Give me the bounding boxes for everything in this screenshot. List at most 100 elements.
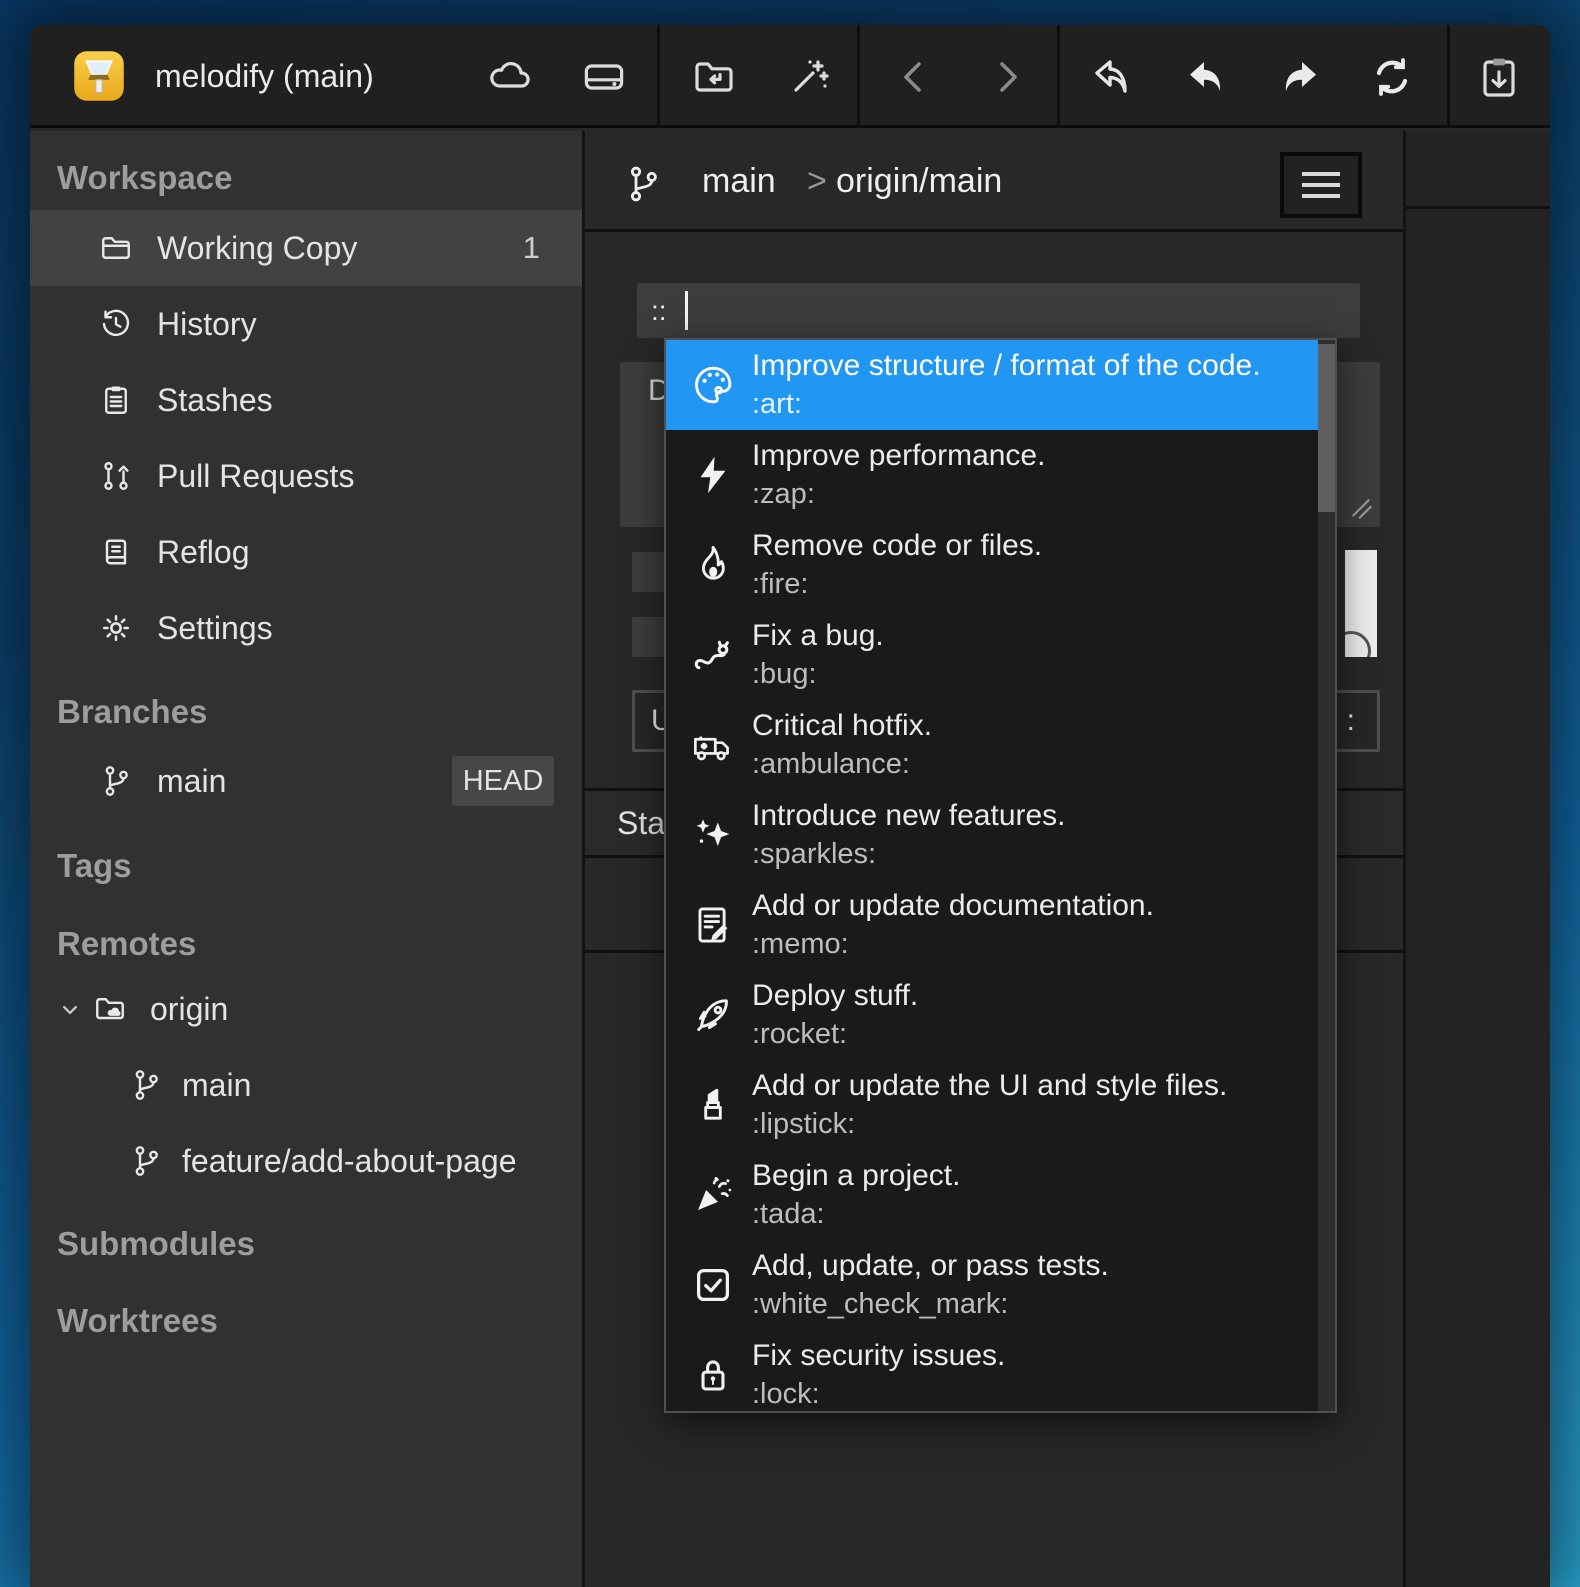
autocomplete-item-bug[interactable]: Fix a bug. :bug: (666, 610, 1318, 700)
branch-icon (98, 763, 134, 799)
autocomplete-item-memo[interactable]: Add or update documentation. :memo: (666, 880, 1318, 970)
share-out-icon[interactable] (1090, 53, 1138, 101)
dropdown-scrollbar-track[interactable] (1318, 340, 1335, 1411)
autocomplete-item-art[interactable]: Improve structure / format of the code. … (666, 340, 1318, 430)
titlebar-divider (657, 25, 660, 128)
sidebar-item-label: History (157, 286, 257, 362)
sidebar: Workspace Working Copy 1 History (30, 131, 582, 1587)
sidebar-item-working-copy[interactable]: Working Copy 1 (30, 210, 582, 286)
autocomplete-item-sparkles[interactable]: Introduce new features. :sparkles: (666, 790, 1318, 880)
autocomplete-item-zap[interactable]: Improve performance. :zap: (666, 430, 1318, 520)
clipboard-download-icon[interactable] (1475, 53, 1523, 101)
autocomplete-item-lipstick[interactable]: Add or update the UI and style files. :l… (666, 1060, 1318, 1150)
book-icon (98, 534, 134, 570)
back-icon[interactable] (890, 53, 938, 101)
history-icon (98, 306, 134, 342)
menu-button[interactable] (1280, 152, 1362, 218)
lock-icon (690, 1352, 736, 1398)
magic-wand-icon[interactable] (785, 53, 833, 101)
upstream-branch-label[interactable]: origin/main (836, 131, 1002, 232)
branch-icon (128, 1143, 164, 1179)
text-caret (685, 291, 688, 330)
autocomplete-item-rocket[interactable]: Deploy stuff. :rocket: (666, 970, 1318, 1060)
sidebar-section-branches: Branches (57, 693, 557, 733)
window-title: melodify (main) (155, 25, 374, 128)
breadcrumb-separator: > (807, 131, 827, 232)
forward-icon[interactable] (983, 53, 1031, 101)
fire-icon (690, 542, 736, 588)
hamburger-icon (1302, 172, 1340, 176)
drive-icon[interactable] (580, 53, 628, 101)
palette-icon (690, 362, 736, 408)
lipstick-icon (690, 1082, 736, 1128)
pull-icon[interactable] (1183, 53, 1231, 101)
ambulance-icon (690, 722, 736, 768)
sidebar-item-stashes[interactable]: Stashes (30, 362, 582, 438)
sidebar-item-label: Working Copy (157, 210, 357, 286)
sidebar-item-pull-requests[interactable]: Pull Requests (30, 438, 582, 514)
gitmoji-autocomplete-dropdown: Improve structure / format of the code. … (664, 338, 1337, 1413)
branch-icon (622, 163, 664, 205)
folder-icon (98, 230, 134, 266)
commit-summary-input[interactable]: :: (637, 283, 1360, 338)
sidebar-item-label: origin (150, 971, 228, 1047)
zap-icon (690, 452, 736, 498)
rocket-icon (690, 992, 736, 1038)
autocomplete-item-tada[interactable]: Begin a project. :tada: (666, 1150, 1318, 1240)
sidebar-item-label: Stashes (157, 362, 273, 438)
autocomplete-item-check[interactable]: Add, update, or pass tests. :white_check… (666, 1240, 1318, 1330)
sidebar-item-reflog[interactable]: Reflog (30, 514, 582, 590)
sidebar-section-submodules: Submodules (57, 1225, 557, 1265)
resize-grip-icon[interactable] (1349, 496, 1375, 522)
sync-icon[interactable] (1368, 53, 1416, 101)
gear-icon (98, 610, 134, 646)
sidebar-item-label: Settings (157, 590, 273, 666)
autocomplete-item-title: Improve structure / format of the code. (752, 348, 1261, 384)
autocomplete-item-ambulance[interactable]: Critical hotfix. :ambulance: (666, 700, 1318, 790)
dropdown-scrollbar-thumb[interactable] (1318, 344, 1335, 512)
titlebar-divider (1057, 25, 1060, 128)
head-badge: HEAD (452, 756, 554, 806)
right-pane (1406, 131, 1550, 1587)
light-widget-fragment[interactable] (1345, 550, 1377, 657)
sidebar-item-remote-origin[interactable]: origin (30, 971, 582, 1047)
app-logo-icon (72, 49, 126, 103)
working-copy-count-badge: 1 (523, 210, 540, 286)
sidebar-item-label: Reflog (157, 514, 250, 590)
clipboard-icon (98, 382, 134, 418)
sidebar-section-tags: Tags (57, 847, 557, 887)
branch-icon (128, 1067, 164, 1103)
branch-header: main > origin/main (585, 131, 1403, 232)
titlebar-divider (1447, 25, 1450, 128)
autocomplete-item-lock[interactable]: Fix security issues. :lock: (666, 1330, 1318, 1413)
sidebar-item-history[interactable]: History (30, 286, 582, 362)
pull-request-icon (98, 458, 134, 494)
sidebar-item-label: feature/add-about-page (182, 1123, 516, 1199)
sidebar-item-remote-main[interactable]: main (30, 1047, 582, 1123)
sidebar-item-remote-feature-branch[interactable]: feature/add-about-page (30, 1123, 582, 1199)
check-icon (690, 1262, 736, 1308)
remote-folder-icon (92, 991, 128, 1027)
app-window: melodify (main) (30, 25, 1550, 1587)
titlebar-divider (857, 25, 860, 128)
push-icon[interactable] (1275, 53, 1323, 101)
sidebar-item-settings[interactable]: Settings (30, 590, 582, 666)
autocomplete-item-fire[interactable]: Remove code or files. :fire: (666, 520, 1318, 610)
memo-icon (690, 902, 736, 948)
sidebar-item-branch-main[interactable]: main HEAD (30, 743, 582, 819)
sidebar-section-remotes: Remotes (57, 925, 557, 965)
bug-icon (690, 632, 736, 678)
sidebar-section-worktrees: Worktrees (57, 1302, 557, 1342)
sidebar-section-workspace: Workspace (57, 159, 557, 199)
sparkles-icon (690, 812, 736, 858)
tada-icon (690, 1172, 736, 1218)
sidebar-item-label: main (157, 743, 226, 819)
folder-return-icon[interactable] (690, 53, 738, 101)
titlebar: melodify (main) (30, 25, 1550, 128)
sidebar-item-label: Pull Requests (157, 438, 354, 514)
right-pane-divider (1406, 206, 1550, 209)
cloud-icon[interactable] (485, 53, 533, 101)
sidebar-item-label: main (182, 1047, 251, 1123)
current-branch-label[interactable]: main (702, 131, 776, 232)
chevron-down-icon[interactable] (56, 996, 84, 1024)
